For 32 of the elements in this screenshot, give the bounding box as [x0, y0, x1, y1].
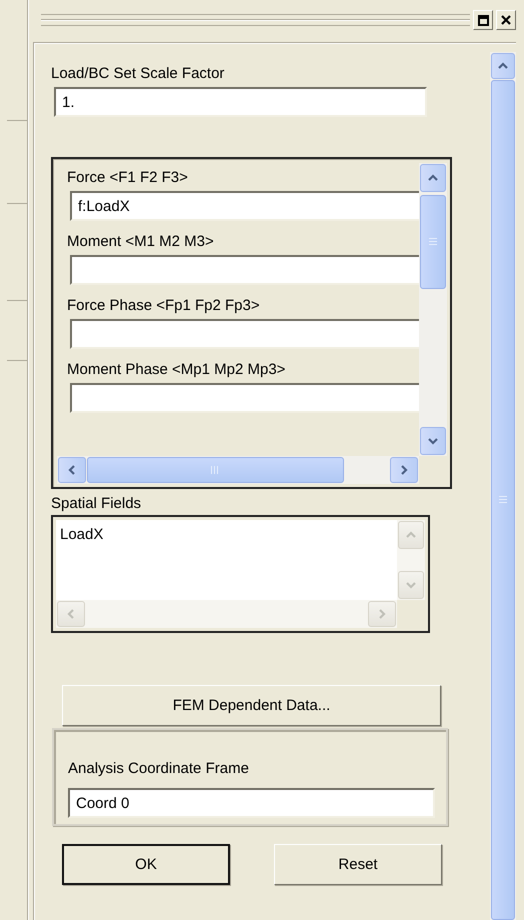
scrollbar-thumb[interactable] [420, 195, 446, 289]
title-grip-drawing[interactable] [41, 14, 470, 26]
push-button[interactable]: OK [62, 844, 230, 885]
fem-dependent-data-button[interactable]: FEM Dependent Data... [62, 685, 441, 726]
field-label: Force Phase <Fp1 Fp2 Fp3> [67, 297, 261, 315]
push-button[interactable]: Reset [274, 844, 442, 885]
field-label: Analysis Coordinate Frame [68, 760, 250, 778]
section-label: Spatial Fields [51, 495, 142, 513]
close-icon [501, 15, 511, 25]
scrollbar-thumb[interactable] [491, 80, 515, 920]
close-button[interactable] [496, 10, 516, 30]
field-label: Moment <M1 M2 M3> [67, 233, 215, 251]
scroll-down-button[interactable] [420, 427, 446, 455]
field-label: Moment Phase <Mp1 Mp2 Mp3> [67, 361, 286, 379]
scrollbar-thumb[interactable] [87, 457, 344, 483]
grip-icon [498, 495, 508, 505]
input-field[interactable] [70, 319, 419, 349]
input-field[interactable]: f:LoadX [70, 191, 419, 221]
input-field[interactable] [70, 383, 419, 413]
input-field[interactable]: Coord 0 [68, 788, 435, 818]
input-field[interactable]: 1. [54, 87, 427, 117]
grip-icon [428, 236, 438, 247]
maximize-icon [478, 14, 488, 26]
scroll-up-button[interactable] [491, 53, 515, 79]
field-label: Force <F1 F2 F3> [67, 169, 189, 187]
scroll-left-button[interactable] [58, 457, 86, 483]
grip-icon [210, 465, 220, 475]
scroll-up-button[interactable] [420, 164, 446, 192]
input-field[interactable] [70, 255, 419, 285]
maximize-button[interactable] [473, 10, 493, 30]
scroll-right-button[interactable] [390, 457, 418, 483]
field-label: Load/BC Set Scale Factor [51, 65, 226, 83]
